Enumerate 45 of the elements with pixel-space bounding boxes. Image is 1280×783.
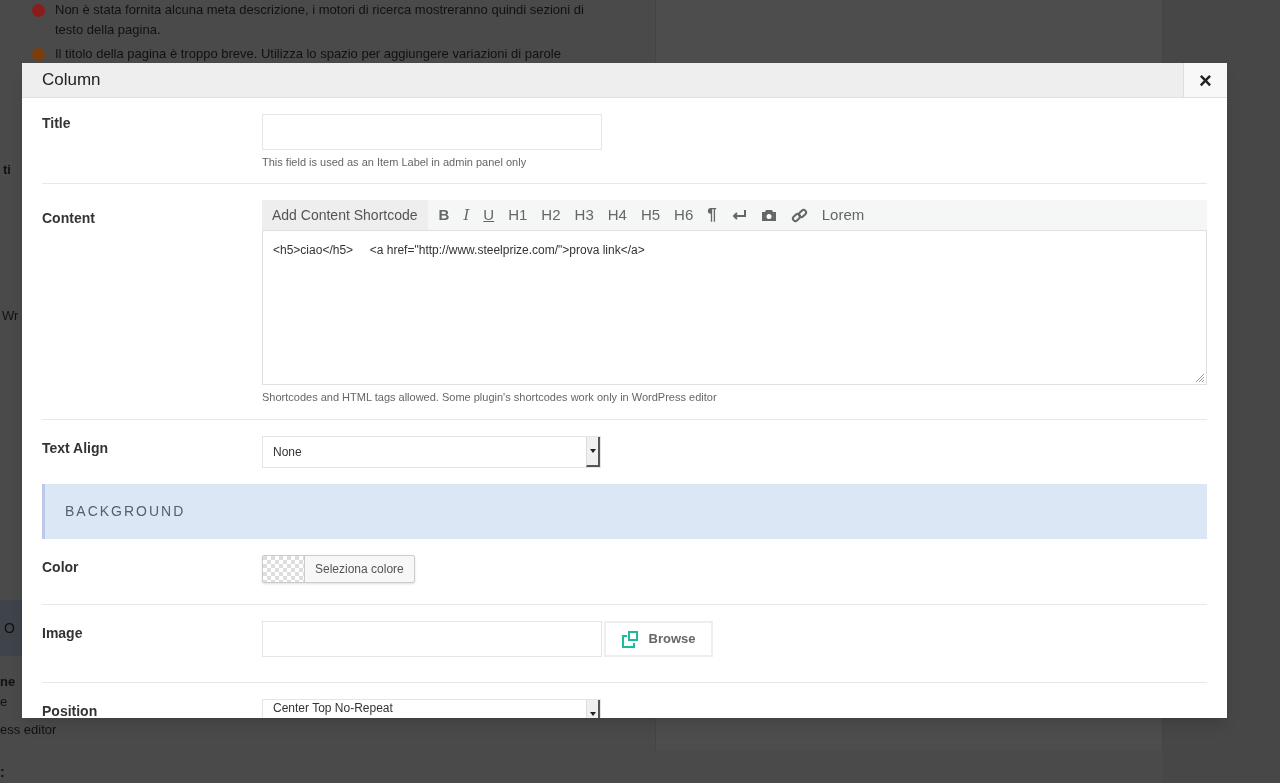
page-fragment: O (3, 618, 15, 638)
field-label: Content (42, 209, 96, 228)
underline-button[interactable]: U (476, 200, 502, 230)
page-fragment: ne (0, 673, 16, 691)
dialog-title: Column (41, 69, 101, 92)
add-shortcode-button[interactable]: Add Content Shortcode (262, 200, 428, 230)
resize-handle-icon (1194, 372, 1205, 383)
browse-button[interactable]: Browse (604, 621, 713, 657)
title-input[interactable] (262, 114, 602, 150)
field-label: Text Align (42, 439, 110, 458)
paragraph-button[interactable]: ¶ (700, 200, 724, 230)
return-icon (730, 209, 747, 221)
close-button[interactable]: × (1183, 63, 1227, 97)
text-align-select[interactable]: None (262, 436, 601, 468)
browse-icon (621, 630, 639, 648)
toolbar-button[interactable]: H1 (501, 200, 535, 230)
field-label: Position (42, 702, 99, 718)
page-fragment: : (0, 763, 5, 782)
position-select[interactable]: Center Top No-Repeat (262, 699, 601, 718)
toolbar-button[interactable]: H6 (667, 200, 701, 230)
field-label: Color (42, 558, 80, 577)
page-fragment: ti (2, 161, 11, 179)
section-header: BACKGROUND (42, 484, 1207, 539)
page-fragment: ess editor (0, 721, 57, 739)
field-label: Image (42, 624, 84, 643)
caret-icon (589, 449, 596, 453)
transparent-swatch-icon (263, 556, 304, 582)
bold-button[interactable]: B (431, 200, 457, 230)
caret-icon (589, 712, 596, 716)
page-fragment: e (0, 693, 8, 711)
link-icon (790, 206, 808, 224)
field-label: Title (42, 114, 72, 133)
help-text: Shortcodes and HTML tags allowed. Some plugin's shortcodes work only in WordPress editor (262, 390, 718, 404)
toolbar-button[interactable]: H4 (600, 200, 634, 230)
toolbar-button[interactable]: H5 (633, 200, 668, 230)
toolbar-button[interactable]: H3 (567, 200, 601, 230)
toolbar-button[interactable]: H2 (534, 200, 568, 230)
toolbar-button[interactable]: Lorem (814, 200, 872, 230)
page-fragment: Wr (1, 307, 19, 325)
content-textarea[interactable]: <h5>ciao</h5> <a href="http://www.steelprize.com/">prova link</a> (262, 230, 1207, 385)
camera-icon (760, 208, 777, 222)
image-url-input[interactable] (262, 621, 602, 657)
color-picker-button[interactable]: Seleziona colore (262, 555, 415, 583)
italic-button[interactable]: I (456, 200, 477, 230)
help-text: This field is used as an Item Label in admin panel only (262, 155, 528, 169)
